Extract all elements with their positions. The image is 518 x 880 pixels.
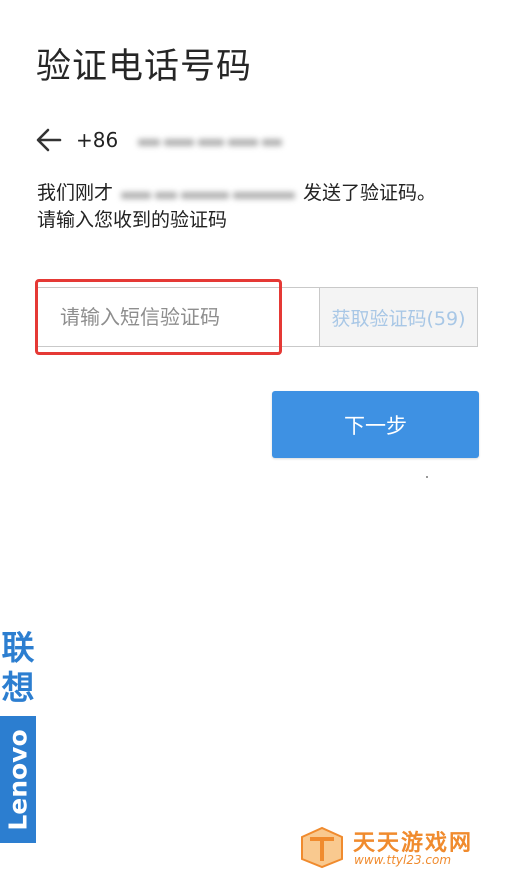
watermark-url: www.ttyl23.com	[354, 853, 452, 867]
page-title: 验证电话号码	[36, 47, 253, 87]
sent-target-redacted	[119, 180, 297, 207]
lenovo-cn-char-2: 想	[1, 668, 35, 707]
back-arrow-icon[interactable]	[34, 125, 64, 155]
description-suffix: 发送了验证码。	[303, 182, 437, 204]
next-button-label: 下一步	[344, 413, 407, 438]
site-watermark: 天天游戏网 www.ttyl23.com	[298, 825, 498, 869]
watermark-logo-icon	[301, 826, 343, 869]
next-button[interactable]: 下一步	[272, 391, 479, 458]
sms-code-input[interactable]	[37, 287, 319, 347]
get-code-button[interactable]: 获取验证码(59)	[319, 287, 478, 347]
get-code-label: 获取验证码(59)	[331, 307, 466, 330]
description-prefix: 我们刚才	[37, 182, 114, 204]
lenovo-logo: 联 想 Lenovo	[0, 628, 36, 843]
phone-row: +86	[34, 122, 284, 158]
phone-number-redacted	[136, 131, 284, 150]
verification-description: 我们刚才 发送了验证码。 请输入您收到的验证码	[37, 180, 457, 234]
stray-dot	[426, 476, 428, 478]
country-code: +86	[76, 128, 119, 152]
lenovo-en-logo: Lenovo	[0, 716, 36, 843]
description-instruction: 请输入您收到的验证码	[37, 209, 228, 231]
code-input-group: 获取验证码(59)	[37, 287, 478, 347]
lenovo-cn-char-1: 联	[1, 628, 35, 667]
lenovo-cn-logo: 联 想	[0, 628, 36, 708]
lenovo-en-text: Lenovo	[3, 729, 33, 831]
